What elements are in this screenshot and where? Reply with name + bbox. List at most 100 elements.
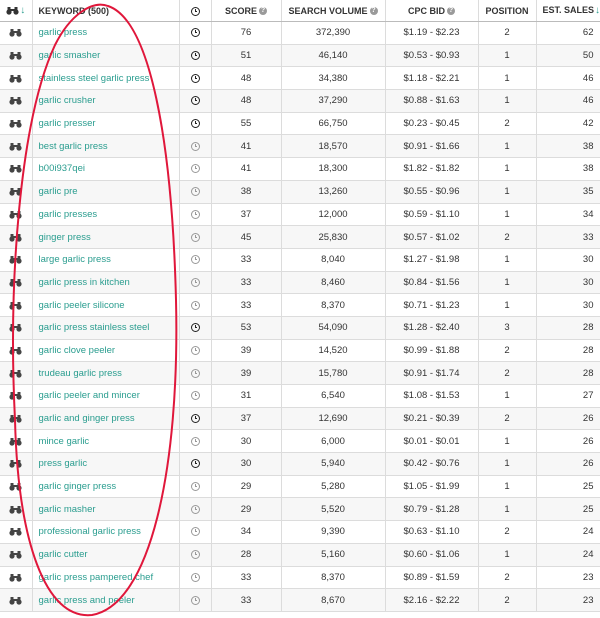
- keyword-link[interactable]: garlic press and peeler: [39, 595, 173, 606]
- binoculars-icon[interactable]: [9, 505, 22, 514]
- keyword-link[interactable]: garlic press pampered chef: [39, 572, 173, 583]
- row-action-cell[interactable]: [0, 203, 33, 227]
- history-column-header[interactable]: [179, 0, 212, 22]
- binoculars-icon[interactable]: [9, 233, 22, 242]
- history-cell[interactable]: [179, 520, 212, 544]
- keyword-link[interactable]: garlic cutter: [39, 549, 173, 560]
- clock-icon[interactable]: [190, 572, 200, 582]
- row-action-cell[interactable]: [0, 271, 33, 295]
- binoculars-icon[interactable]: [9, 459, 22, 468]
- history-cell[interactable]: [179, 134, 212, 159]
- row-action-cell[interactable]: [0, 89, 33, 113]
- row-action-cell[interactable]: [0, 339, 33, 363]
- binoculars-icon[interactable]: [9, 187, 22, 196]
- keyword-link[interactable]: garlic presser: [39, 118, 173, 129]
- clock-icon[interactable]: [190, 209, 200, 219]
- history-cell[interactable]: [179, 203, 212, 227]
- clock-icon[interactable]: [190, 255, 200, 265]
- binoculars-icon[interactable]: [9, 550, 22, 559]
- history-cell[interactable]: [179, 180, 212, 204]
- keyword-link[interactable]: garlic presses: [39, 209, 173, 220]
- clock-icon[interactable]: [190, 164, 200, 174]
- keyword-link[interactable]: garlic masher: [39, 504, 173, 515]
- binoculars-icon[interactable]: [9, 255, 22, 264]
- row-action-cell[interactable]: [0, 384, 33, 408]
- binoculars-icon[interactable]: [9, 96, 22, 105]
- row-action-cell[interactable]: [0, 157, 33, 181]
- keyword-link[interactable]: garlic pre: [39, 186, 173, 197]
- keyword-link[interactable]: b00i937qei: [39, 163, 173, 174]
- binoculars-icon[interactable]: [9, 573, 22, 582]
- row-action-cell[interactable]: [0, 180, 33, 204]
- keyword-link[interactable]: ginger press: [39, 232, 173, 243]
- row-action-cell[interactable]: [0, 112, 33, 136]
- score-column-header[interactable]: SCORE?: [211, 0, 282, 22]
- keyword-link[interactable]: best garlic press: [39, 141, 173, 152]
- keyword-link[interactable]: garlic press: [39, 27, 173, 38]
- help-circle-icon[interactable]: ?: [259, 7, 267, 16]
- binoculars-icon[interactable]: [9, 414, 22, 423]
- keyword-link[interactable]: trudeau garlic press: [39, 368, 173, 379]
- binoculars-icon[interactable]: [9, 301, 22, 310]
- binoculars-icon[interactable]: [9, 527, 22, 537]
- clock-icon[interactable]: [190, 482, 200, 492]
- clock-icon[interactable]: [190, 300, 200, 310]
- clock-icon[interactable]: [190, 414, 200, 424]
- keyword-link[interactable]: press garlic: [39, 458, 173, 469]
- binoculars-icon[interactable]: [9, 391, 22, 400]
- row-action-cell[interactable]: [0, 407, 33, 431]
- keyword-link[interactable]: garlic crusher: [39, 95, 173, 106]
- history-cell[interactable]: [179, 89, 212, 113]
- clock-icon[interactable]: [190, 277, 200, 287]
- keyword-link[interactable]: garlic peeler silicone: [39, 300, 173, 311]
- keyword-link[interactable]: garlic peeler and mincer: [39, 390, 173, 401]
- clock-icon[interactable]: [190, 527, 200, 537]
- row-action-cell[interactable]: [0, 225, 33, 249]
- history-cell[interactable]: [179, 452, 212, 476]
- clock-icon[interactable]: [190, 323, 200, 333]
- history-cell[interactable]: [179, 44, 212, 68]
- history-cell[interactable]: [179, 566, 212, 590]
- history-cell[interactable]: [179, 66, 212, 91]
- row-action-cell[interactable]: [0, 361, 33, 385]
- history-cell[interactable]: [179, 316, 212, 340]
- row-action-cell[interactable]: [0, 475, 33, 499]
- keyword-link[interactable]: stainless steel garlic press: [39, 73, 173, 84]
- clock-icon[interactable]: [190, 345, 200, 355]
- binoculars-icon[interactable]: [9, 369, 22, 378]
- clock-icon[interactable]: [190, 96, 200, 106]
- row-action-cell[interactable]: [0, 134, 33, 159]
- help-circle-icon[interactable]: ?: [447, 7, 455, 16]
- clock-icon[interactable]: [190, 73, 200, 83]
- history-cell[interactable]: [179, 361, 212, 385]
- clock-icon[interactable]: [190, 391, 200, 401]
- history-cell[interactable]: [179, 429, 212, 454]
- row-action-cell[interactable]: [0, 21, 33, 45]
- binoculars-icon[interactable]: [9, 119, 22, 128]
- history-cell[interactable]: [179, 588, 212, 612]
- binoculars-icon[interactable]: [9, 323, 22, 332]
- keyword-link[interactable]: garlic clove peeler: [39, 345, 173, 356]
- history-cell[interactable]: [179, 225, 212, 249]
- history-cell[interactable]: [179, 112, 212, 136]
- clock-icon[interactable]: [190, 504, 200, 514]
- keyword-link[interactable]: garlic smasher: [39, 50, 173, 61]
- history-cell[interactable]: [179, 339, 212, 363]
- history-cell[interactable]: [179, 21, 212, 45]
- clock-icon[interactable]: [190, 141, 200, 151]
- row-action-cell[interactable]: [0, 543, 33, 567]
- keyword-link[interactable]: garlic press stainless steel: [39, 322, 173, 333]
- cpc-bid-column-header[interactable]: CPC BID?: [385, 0, 479, 22]
- row-action-cell[interactable]: [0, 520, 33, 544]
- clock-icon[interactable]: [190, 550, 200, 560]
- clock-icon[interactable]: [190, 187, 200, 197]
- history-cell[interactable]: [179, 497, 212, 522]
- row-action-cell[interactable]: [0, 566, 33, 590]
- row-action-cell[interactable]: [0, 588, 33, 612]
- binoculars-icon[interactable]: [9, 28, 22, 37]
- binoculars-icon[interactable]: [9, 437, 22, 446]
- clock-icon[interactable]: [190, 368, 200, 378]
- clock-icon[interactable]: [190, 28, 200, 38]
- keyword-link[interactable]: garlic and ginger press: [39, 413, 173, 424]
- history-cell[interactable]: [179, 384, 212, 408]
